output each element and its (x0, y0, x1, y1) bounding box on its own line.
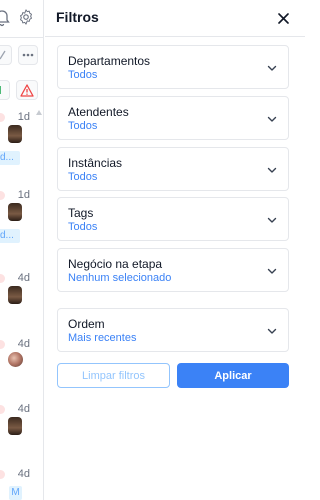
item-tag: d... (0, 151, 20, 165)
action-buttons: Limpar filtros Aplicar (57, 363, 289, 388)
item-time: 4d (17, 272, 30, 284)
clear-filters-button[interactable]: Limpar filtros (57, 363, 170, 388)
filter-value: Todos (68, 69, 98, 81)
avatar (8, 125, 22, 143)
close-button[interactable] (273, 8, 293, 28)
filter-instancias[interactable]: Instâncias Todos (57, 147, 289, 191)
list-controls (0, 45, 43, 69)
close-icon (277, 12, 289, 24)
filters-header: Filtros (45, 0, 305, 37)
list-item[interactable]: 4d (0, 403, 43, 443)
filter-ordem[interactable]: Ordem Mais recentes (57, 308, 289, 352)
filter-toggle-button[interactable] (0, 45, 12, 65)
list-item[interactable]: 1d d... (0, 111, 43, 165)
chevron-down-icon (267, 268, 277, 274)
item-time: 4d (17, 338, 30, 350)
unread-dot (0, 340, 5, 349)
unread-dot (0, 274, 5, 283)
item-time: 4d (17, 403, 30, 415)
list-item[interactable]: 4d (0, 338, 43, 378)
list-header (0, 0, 43, 38)
avatar (8, 352, 23, 367)
gear-icon[interactable] (17, 8, 35, 26)
item-initial-badge: M (9, 486, 22, 500)
unread-dot (0, 191, 5, 200)
filter-negocio-etapa[interactable]: Negócio na etapa Nenhum selecionado (57, 248, 289, 292)
filter-atendentes[interactable]: Atendentes Todos (57, 96, 289, 140)
filter-label: Atendentes (68, 105, 129, 119)
filter-tags[interactable]: Tags Todos (57, 197, 289, 241)
filter-value: Todos (68, 171, 98, 183)
panel-title: Filtros (56, 9, 99, 25)
avatar (8, 417, 22, 435)
conversation-list-pane: 1d d... 1d d... 4d 4d 4d 4d M (0, 0, 44, 500)
list-status-row (0, 80, 43, 102)
filter-value: Nenhum selecionado (68, 272, 172, 284)
filter-value: Todos (68, 120, 98, 132)
filter-value: Todos (68, 221, 98, 233)
list-item[interactable]: 4d (0, 272, 43, 312)
unread-dot (0, 113, 5, 122)
warning-icon[interactable] (16, 80, 38, 100)
filter-value: Mais recentes (68, 332, 137, 344)
status-green-icon[interactable] (0, 80, 10, 100)
chevron-down-icon (267, 167, 277, 173)
unread-dot (0, 470, 5, 479)
item-time: 4d (17, 468, 30, 480)
more-options-button[interactable] (18, 45, 38, 65)
filter-label: Instâncias (68, 156, 123, 170)
item-time: 1d (17, 189, 30, 201)
bell-icon[interactable] (0, 9, 10, 27)
filters-panel: Filtros Departamentos Todos Atendentes T… (45, 0, 305, 500)
filter-label: Tags (68, 206, 94, 220)
item-time: 1d (17, 111, 30, 123)
filter-label: Negócio na etapa (68, 257, 163, 271)
filter-departamentos[interactable]: Departamentos Todos (57, 45, 289, 89)
list-item[interactable]: 4d M (0, 468, 43, 500)
chevron-down-icon (267, 217, 277, 223)
item-tag: d... (0, 229, 20, 243)
chevron-down-icon (267, 328, 277, 334)
chevron-down-icon (267, 65, 277, 71)
apply-button[interactable]: Aplicar (177, 363, 289, 388)
unread-dot (0, 405, 5, 414)
avatar (8, 286, 22, 304)
avatar (8, 203, 22, 221)
chevron-down-icon (267, 116, 277, 122)
filter-label: Departamentos (68, 54, 151, 68)
list-item[interactable]: 1d d... (0, 189, 43, 243)
filter-label: Ordem (68, 317, 105, 331)
